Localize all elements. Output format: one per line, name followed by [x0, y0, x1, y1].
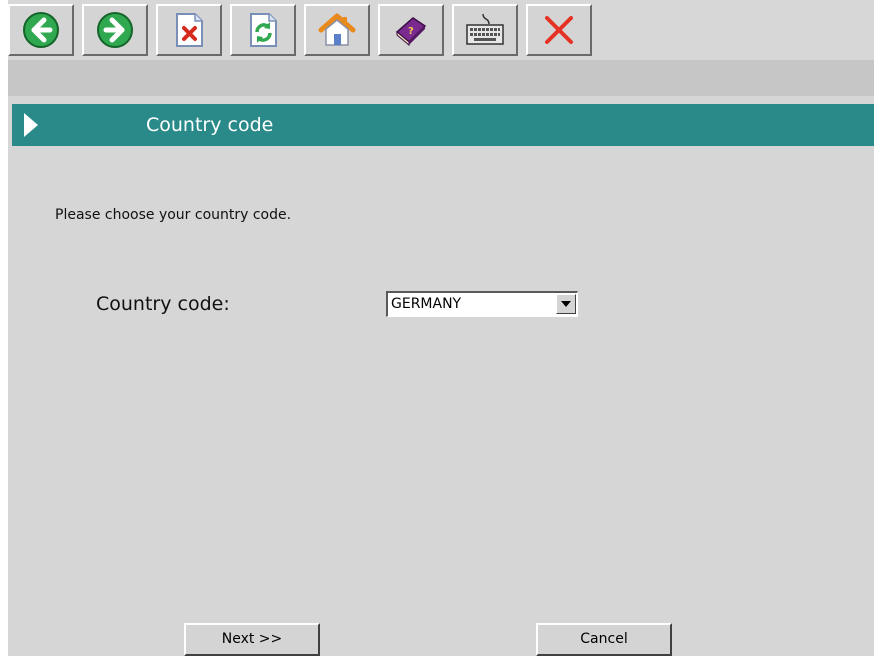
instruction-text: Please choose your country code.	[55, 207, 292, 223]
help-book-button[interactable]: ?	[378, 4, 444, 56]
arrow-right-icon	[97, 12, 133, 48]
page-header: Country code	[12, 104, 874, 146]
dropdown-button[interactable]	[556, 294, 576, 314]
svg-text:?: ?	[408, 26, 414, 37]
country-code-select[interactable]: GERMANY	[386, 291, 578, 317]
close-button[interactable]	[526, 4, 592, 56]
country-code-label: Country code:	[96, 293, 230, 315]
toolbar: ?	[8, 0, 874, 60]
chevron-down-icon	[561, 301, 571, 307]
cancel-button[interactable]: Cancel	[536, 623, 672, 656]
page-title: Country code	[146, 114, 274, 136]
delete-document-button[interactable]	[156, 4, 222, 56]
keyboard-icon	[466, 13, 504, 45]
forward-button[interactable]	[82, 4, 148, 56]
arrow-left-icon	[23, 12, 59, 48]
header-arrow-icon	[24, 113, 38, 137]
sub-toolbar	[8, 60, 874, 96]
app-screen: ? Country code Please choose your countr…	[8, 0, 874, 656]
keyboard-button[interactable]	[452, 4, 518, 56]
document-refresh-icon	[250, 13, 277, 47]
document-delete-icon	[176, 13, 203, 47]
refresh-document-button[interactable]	[230, 4, 296, 56]
country-code-value: GERMANY	[391, 296, 462, 312]
help-book-icon: ?	[395, 17, 427, 47]
home-icon	[318, 13, 356, 46]
home-button[interactable]	[304, 4, 370, 56]
back-button[interactable]	[8, 4, 74, 56]
next-button[interactable]: Next >>	[184, 623, 320, 656]
close-icon	[545, 16, 573, 44]
